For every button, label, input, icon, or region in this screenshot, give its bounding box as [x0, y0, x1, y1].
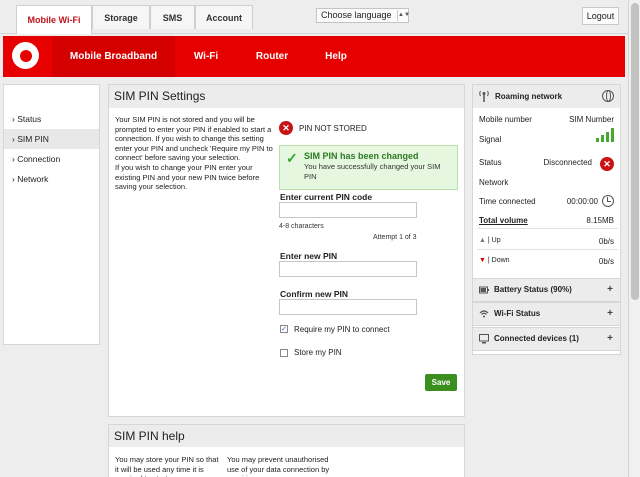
download-row: ▼ | Down: [479, 257, 510, 264]
scrollbar-thumb[interactable]: [631, 3, 639, 300]
status-label: Status: [479, 158, 502, 167]
battery-status-label: Battery Status (90%): [494, 285, 572, 294]
monitor-icon: [479, 334, 489, 344]
help-text-2: You may prevent unauthorised use of your…: [227, 455, 330, 477]
nav-help[interactable]: Help: [307, 36, 365, 77]
connected-devices-label: Connected devices (1): [494, 334, 579, 343]
roaming-network-label: Roaming network: [495, 92, 563, 101]
disconnected-icon: ✕: [600, 157, 614, 171]
mobile-number-label: Mobile number: [479, 115, 532, 124]
chars-hint: 4-8 characters: [279, 223, 324, 230]
nav-router[interactable]: Router: [237, 36, 307, 77]
scrollbar[interactable]: [628, 0, 640, 477]
nav-wifi[interactable]: Wi-Fi: [175, 36, 237, 77]
success-message: ✓ SIM PIN has been changed You have succ…: [279, 145, 458, 190]
wifi-status-label: Wi-Fi Status: [494, 309, 541, 318]
main-nav: Mobile Broadband Wi-Fi Router Help: [3, 36, 625, 77]
intro-text: Your SIM PIN is not stored and you will …: [115, 115, 277, 192]
current-pin-input[interactable]: [279, 202, 417, 218]
clock-icon: [602, 195, 614, 207]
updown-arrows-icon: ▲▼: [397, 10, 410, 21]
help-panel: SIM PIN help You may store your PIN so t…: [108, 424, 465, 477]
checkmark-icon: ✓: [286, 150, 298, 166]
total-volume-value: 8.15MB: [586, 216, 614, 225]
top-bar: Mobile Wi-Fi Storage SMS Account Choose …: [0, 0, 628, 34]
down-arrow-icon: ▼: [479, 257, 486, 264]
pin-status-text: PIN NOT STORED: [299, 124, 367, 133]
divider: [477, 249, 618, 250]
time-connected-label: Time connected: [479, 197, 536, 206]
new-pin-input[interactable]: [279, 261, 417, 277]
tab-storage[interactable]: Storage: [92, 5, 150, 29]
error-cross-icon: ✕: [279, 121, 293, 135]
store-pin-label: Store my PIN: [294, 348, 342, 357]
logout-button[interactable]: Logout: [582, 7, 619, 25]
total-volume-label[interactable]: Total volume: [479, 216, 528, 225]
globe-icon[interactable]: [602, 90, 614, 102]
vodafone-logo[interactable]: [12, 42, 39, 69]
save-button[interactable]: Save: [425, 374, 457, 391]
page-title: SIM PIN Settings: [109, 85, 464, 108]
sidebar-item-status[interactable]: › Status: [4, 109, 99, 129]
sidebar-item-network[interactable]: › Network: [4, 169, 99, 189]
mobile-number-value: SIM Number: [569, 115, 614, 124]
battery-status-section[interactable]: Battery Status (90%) +: [472, 278, 621, 302]
language-select[interactable]: Choose language ▲▼: [316, 8, 410, 23]
expand-plus-icon[interactable]: +: [607, 279, 613, 301]
intro-paragraph-1: Your SIM PIN is not stored and you will …: [115, 115, 273, 163]
download-speed: 0b/s: [598, 257, 614, 266]
signal-bars-icon: [596, 128, 614, 142]
wifi-status-section[interactable]: Wi-Fi Status +: [472, 302, 621, 326]
require-pin-checkbox[interactable]: ✓: [280, 325, 288, 333]
up-arrow-icon: ▲: [479, 237, 486, 244]
new-pin-label: Enter new PIN: [280, 251, 338, 261]
attempt-counter: Attempt 1 of 3: [373, 234, 417, 241]
divider: [477, 228, 618, 229]
time-connected-value: 00:00:00: [566, 197, 598, 206]
network-label: Network: [479, 178, 509, 187]
sidebar-item-sim-pin[interactable]: › SIM PIN: [4, 129, 99, 149]
help-text-1: You may store your PIN so that it will b…: [115, 455, 219, 477]
battery-icon: [479, 286, 489, 294]
expand-plus-icon[interactable]: +: [607, 328, 613, 350]
antenna-icon: [479, 90, 489, 102]
success-title: SIM PIN has been changed: [304, 151, 419, 161]
language-select-value: Choose language: [321, 10, 392, 20]
nav-mobile-broadband[interactable]: Mobile Broadband: [52, 36, 175, 77]
upload-row: ▲ | Up: [479, 237, 501, 244]
download-label: Down: [491, 257, 510, 264]
success-text: You have successfully changed your SIM P…: [304, 162, 441, 181]
confirm-pin-input[interactable]: [279, 299, 417, 315]
roaming-network-header: Roaming network: [473, 85, 620, 108]
intro-paragraph-2: If you wish to change your PIN enter you…: [115, 162, 260, 192]
store-pin-checkbox[interactable]: [280, 349, 288, 357]
expand-plus-icon[interactable]: +: [607, 303, 613, 325]
signal-label: Signal: [479, 135, 502, 144]
upload-speed: 0b/s: [598, 237, 614, 246]
tab-account[interactable]: Account: [195, 5, 253, 29]
sidebar: › Status › SIM PIN › Connection › Networ…: [3, 84, 100, 345]
sidebar-item-connection[interactable]: › Connection: [4, 149, 99, 169]
current-pin-label: Enter current PIN code: [280, 192, 373, 202]
require-pin-label: Require my PIN to connect: [294, 325, 390, 334]
help-title: SIM PIN help: [109, 425, 464, 447]
connected-devices-section[interactable]: Connected devices (1) +: [472, 327, 621, 351]
status-value: Disconnected: [543, 158, 592, 167]
tab-mobile-wifi[interactable]: Mobile Wi-Fi: [16, 5, 92, 34]
tab-sms[interactable]: SMS: [150, 5, 195, 29]
upload-label: Up: [491, 237, 501, 244]
wifi-icon: [479, 310, 489, 318]
confirm-pin-label: Confirm new PIN: [280, 289, 349, 299]
